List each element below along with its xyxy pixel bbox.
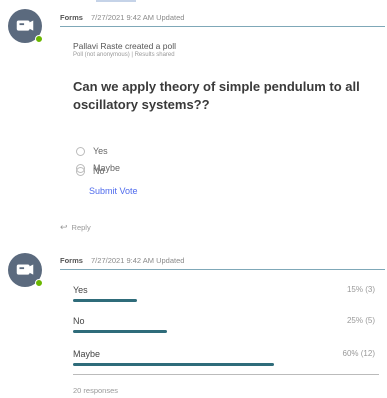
radio-button[interactable] — [76, 163, 85, 173]
result-bar — [73, 299, 137, 302]
result-percent: 60% (12) — [342, 349, 375, 358]
result-row-maybe: Maybe 60% (12) — [73, 349, 375, 377]
message-header: Forms 7/27/2021 9:42 AM Updated — [60, 256, 184, 265]
message-header: Forms 7/27/2021 9:42 AM Updated — [60, 13, 184, 22]
sender-name[interactable]: Forms — [60, 13, 83, 22]
poll-option-maybe[interactable]: Maybe — [76, 163, 120, 173]
reply-arrow-icon: ↩ — [60, 222, 68, 232]
forms-bot-avatar[interactable] — [8, 253, 43, 287]
result-row-no: No 25% (5) — [73, 316, 375, 344]
result-percent: 15% (3) — [346, 285, 375, 294]
forms-bot-icon — [16, 20, 34, 31]
sender-name[interactable]: Forms — [60, 256, 83, 265]
top-accent-line — [96, 0, 136, 2]
result-percent: 25% (5) — [346, 316, 375, 325]
option-label: Yes — [93, 146, 108, 156]
poll-creator-line: Pallavi Raste created a poll — [73, 41, 177, 51]
poll-option-yes[interactable]: Yes — [76, 146, 108, 156]
result-bar — [73, 363, 274, 366]
result-label: Yes — [73, 285, 88, 295]
forms-bot-icon — [16, 264, 34, 275]
result-bar — [73, 330, 167, 333]
result-row-yes: Yes 15% (3) — [73, 285, 375, 313]
presence-available-icon — [35, 279, 43, 287]
result-label: Maybe — [73, 349, 101, 359]
option-label: Maybe — [93, 163, 121, 173]
poll-header: Pallavi Raste created a poll Poll (not a… — [73, 41, 176, 58]
results-divider — [73, 374, 379, 375]
edited-status: Updated — [156, 13, 185, 22]
radio-button[interactable] — [76, 146, 85, 156]
card-top-border — [60, 26, 385, 27]
result-label: No — [73, 316, 85, 326]
edited-status: Updated — [156, 256, 185, 265]
presence-available-icon — [35, 35, 43, 43]
message-timestamp: 7/27/2021 9:42 AM — [91, 13, 154, 22]
reply-label: Reply — [71, 223, 91, 232]
poll-question: Can we apply theory of simple pendulum t… — [73, 79, 360, 112]
poll-settings-line: Poll (not anonymous) | Results shared — [73, 52, 175, 58]
forms-bot-avatar[interactable] — [8, 9, 43, 43]
reply-button[interactable]: ↩ Reply — [60, 222, 91, 233]
response-count: 20 responses — [73, 386, 119, 395]
card-top-border — [60, 269, 385, 270]
submit-vote-button[interactable]: Submit Vote — [89, 186, 138, 196]
message-timestamp: 7/27/2021 9:42 AM — [91, 256, 154, 265]
